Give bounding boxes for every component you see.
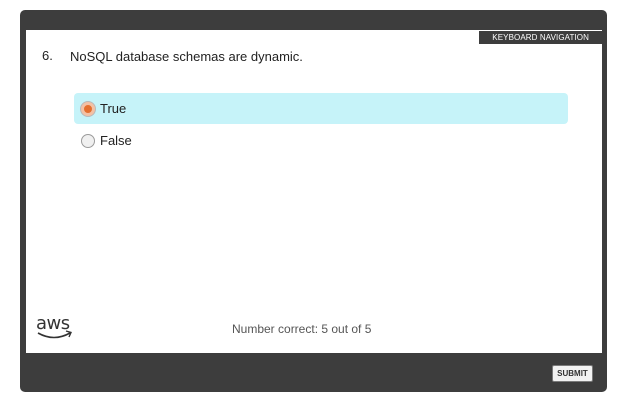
- score-text: Number correct: 5 out of 5: [232, 322, 372, 336]
- question-number: 6.: [42, 48, 53, 63]
- option-false[interactable]: False: [74, 125, 568, 156]
- radio-unselected-icon[interactable]: [81, 133, 95, 148]
- radio-selected-icon[interactable]: [81, 101, 95, 116]
- option-true[interactable]: True: [74, 93, 568, 124]
- option-label: False: [100, 133, 132, 148]
- quiz-panel: KEYBOARD NAVIGATION 6. NoSQL database sc…: [26, 30, 602, 353]
- aws-logo: aws: [36, 313, 76, 341]
- aws-smile-icon: [37, 330, 72, 339]
- keyboard-navigation-button[interactable]: KEYBOARD NAVIGATION: [479, 31, 602, 44]
- submit-button[interactable]: SUBMIT: [552, 365, 593, 382]
- question-text: NoSQL database schemas are dynamic.: [70, 49, 303, 64]
- option-label: True: [100, 101, 127, 116]
